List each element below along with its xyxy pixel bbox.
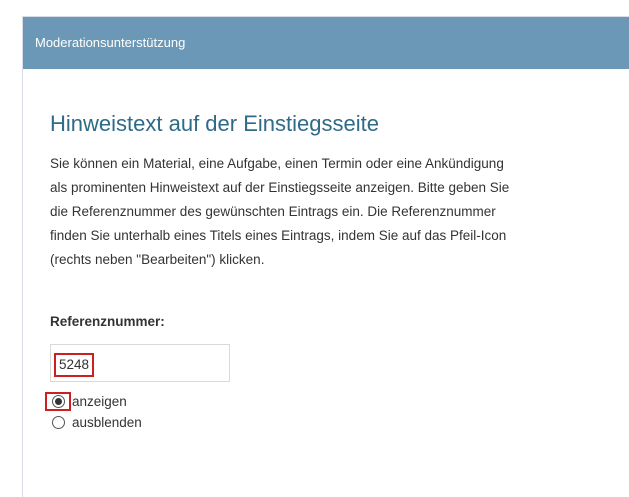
description-line: Sie können ein Material, eine Aufgabe, e… bbox=[50, 156, 504, 171]
section-description: Sie können ein Material, eine Aufgabe, e… bbox=[50, 152, 615, 272]
description-line: finden Sie unterhalb eines Titels eines … bbox=[50, 228, 507, 243]
radio-show[interactable] bbox=[51, 395, 65, 408]
description-line: (rechts neben "Bearbeiten") klicken. bbox=[50, 252, 265, 267]
section-title: Hinweistext auf der Einstiegsseite bbox=[50, 111, 379, 136]
reference-number-input[interactable]: 5248 bbox=[50, 344, 230, 382]
radio-option-hide[interactable]: ausblenden bbox=[50, 413, 629, 432]
panel-header-title: Moderationsunterstützung bbox=[35, 35, 186, 50]
description-line: als prominenten Hinweistext auf der Eins… bbox=[50, 180, 510, 195]
radio-box bbox=[45, 413, 71, 432]
visibility-radio-group: anzeigen ausblenden bbox=[45, 392, 629, 432]
radio-highlight-box bbox=[45, 392, 71, 411]
panel-content: Hinweistext auf der Einstiegsseite Sie k… bbox=[23, 110, 629, 432]
moderation-panel: Moderationsunterstützung Hinweistext auf… bbox=[22, 16, 629, 497]
radio-show-label[interactable]: anzeigen bbox=[72, 392, 127, 411]
description-line: die Referenznummer des gewünschten Eintr… bbox=[50, 204, 496, 219]
radio-option-show[interactable]: anzeigen bbox=[45, 392, 629, 411]
radio-hide[interactable] bbox=[51, 416, 65, 429]
panel-header: Moderationsunterstützung bbox=[23, 17, 629, 69]
reference-number-label: Referenznummer: bbox=[50, 314, 165, 329]
radio-hide-label[interactable]: ausblenden bbox=[72, 413, 142, 432]
reference-number-value: 5248 bbox=[54, 353, 95, 377]
